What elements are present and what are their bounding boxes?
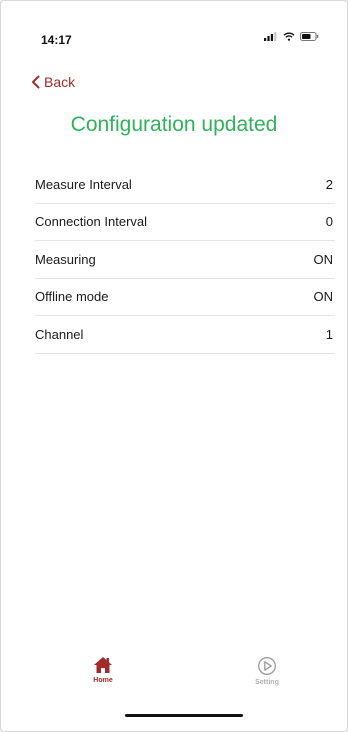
home-indicator [125, 714, 243, 717]
row-label: Measure Interval [35, 176, 132, 192]
settings-row-channel[interactable]: Channel 1 [35, 316, 335, 354]
chevron-left-icon [32, 75, 40, 89]
tab-bar: Home Setting [1, 656, 347, 706]
tab-setting[interactable]: Setting [237, 656, 297, 686]
settings-row-measure-interval[interactable]: Measure Interval 2 [35, 166, 335, 204]
battery-icon [300, 32, 319, 41]
row-value: 0 [325, 214, 333, 230]
tab-home[interactable]: Home [73, 656, 133, 684]
tab-setting-label: Setting [255, 679, 279, 686]
row-label: Offline mode [35, 289, 109, 305]
status-time: 14:17 [41, 33, 72, 47]
settings-list: Measure Interval 2 Connection Interval 0… [35, 166, 335, 354]
row-label: Channel [35, 326, 84, 342]
row-label: Connection Interval [35, 214, 148, 230]
status-icons [264, 32, 319, 41]
row-value: 1 [325, 326, 333, 342]
tab-home-label: Home [93, 677, 113, 684]
settings-row-measuring[interactable]: Measuring ON [35, 241, 335, 279]
signal-icon [264, 32, 277, 41]
row-value: ON [313, 289, 334, 305]
home-icon [94, 657, 112, 673]
row-value: 2 [325, 176, 333, 192]
status-bar: 14:17 [1, 1, 347, 47]
back-button[interactable]: Back [31, 71, 75, 93]
row-value: ON [313, 251, 334, 267]
page-title: Configuration updated [70, 113, 278, 136]
play-circle-icon [258, 657, 276, 675]
back-label: Back [44, 74, 76, 90]
row-label: Measuring [35, 251, 96, 267]
wifi-icon [283, 32, 295, 41]
settings-row-offline-mode[interactable]: Offline mode ON [35, 279, 335, 316]
settings-row-connection-interval[interactable]: Connection Interval 0 [35, 204, 335, 241]
phone-screen: 14:17 Back Configuration updated Measure… [0, 0, 348, 732]
